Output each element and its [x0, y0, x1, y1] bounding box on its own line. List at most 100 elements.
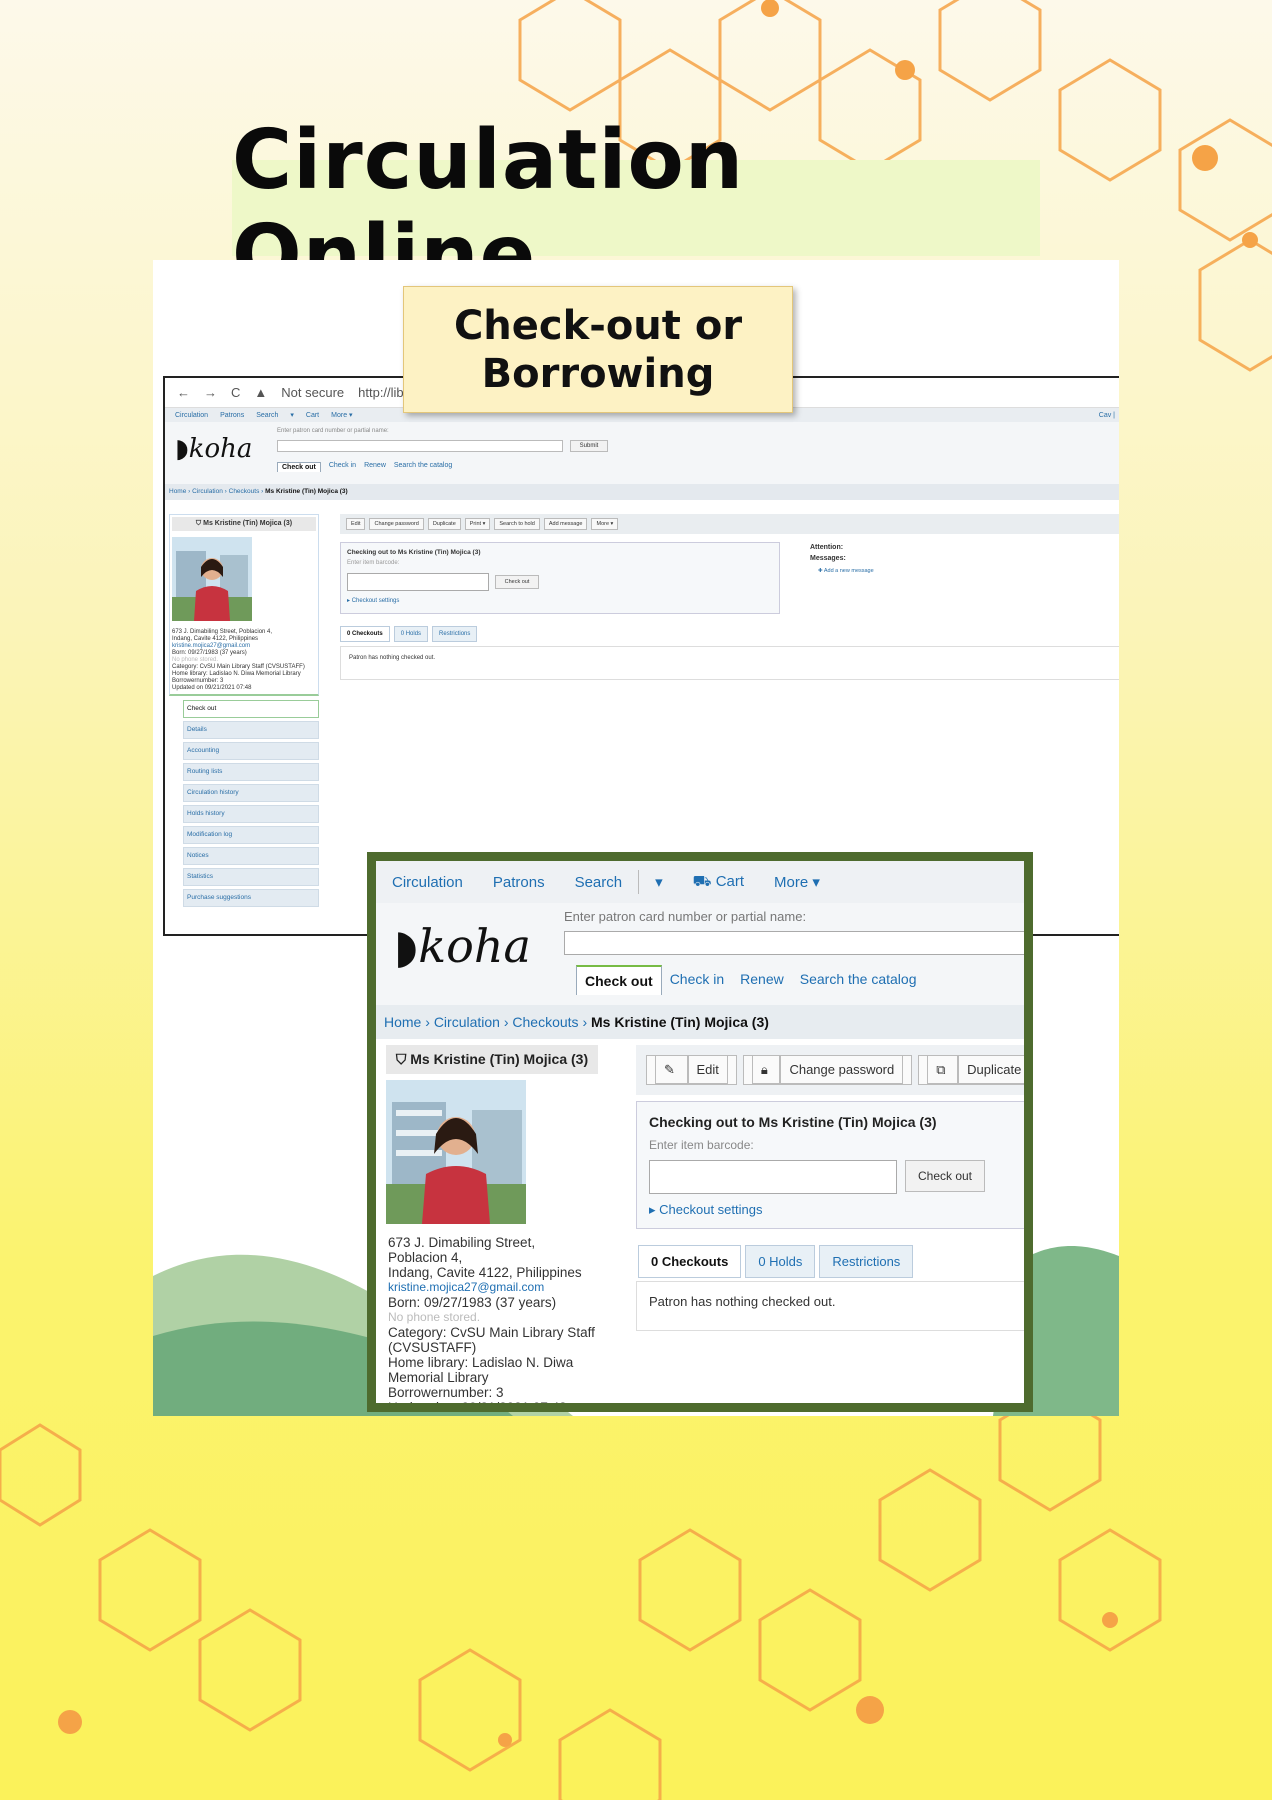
forward-icon[interactable]: → [204, 385, 217, 400]
zoom-patron-born: Born: 09/27/1983 (37 years) [388, 1295, 557, 1310]
barcode-input[interactable] [347, 573, 489, 591]
zoom-checkout-settings-link[interactable]: ▸ Checkout settings [649, 1202, 762, 1218]
zoom-tab-renew[interactable]: Renew [732, 965, 792, 995]
lock-icon: 🔒︎ [751, 1055, 781, 1084]
checkout-settings-link[interactable]: ▸ Checkout settings [347, 597, 399, 604]
edit-button[interactable]: Edit [346, 518, 366, 530]
breadcrumb-checkouts[interactable]: Checkouts [229, 488, 260, 495]
patron-photo[interactable] [172, 537, 252, 621]
zoom-tab-holds[interactable]: 0 Holds [745, 1245, 816, 1278]
zoom-koha-logo[interactable]: ◗koha [394, 919, 531, 973]
nav-holds-history[interactable]: Holds history [183, 805, 319, 823]
zoom-tab-content: Patron has nothing checked out. [636, 1281, 1024, 1331]
tab-checkouts[interactable]: 0 Checkouts [340, 626, 390, 642]
messages-label: Messages: [810, 555, 846, 562]
nav-purchase-suggestions[interactable]: Purchase suggestions [183, 889, 319, 907]
patron-toolbar: Edit Change password Duplicate Print ▾ S… [340, 514, 1119, 534]
search-to-hold-button[interactable]: Search to hold [494, 518, 540, 530]
zoom-tab-check-in[interactable]: Check in [662, 965, 732, 995]
zoom-menu-cart[interactable]: ⛟ Cart [693, 873, 744, 892]
add-message-link[interactable]: ✚ Add a new message [810, 568, 874, 574]
check-out-button[interactable]: Check out [495, 575, 539, 589]
koha-logo[interactable]: ◗koha [175, 434, 252, 464]
nav-check-out[interactable]: Check out [183, 700, 319, 718]
zoom-tab-restrictions[interactable]: Restrictions [819, 1245, 914, 1278]
zoom-edit-button[interactable]: ✎ Edit [646, 1055, 737, 1085]
nav-notices[interactable]: Notices [183, 847, 319, 865]
patron-search-input[interactable] [277, 440, 563, 452]
security-label[interactable]: Not secure [281, 385, 344, 400]
zoom-patron-home-library: Home library: Ladislao N. Diwa Memorial … [388, 1355, 574, 1385]
nav-circulation-history[interactable]: Circulation history [183, 784, 319, 802]
patron-updated: Updated on 09/21/2021 07:48 [172, 685, 252, 691]
checkout-main: Edit Change password Duplicate Print ▾ S… [340, 514, 1119, 680]
zoom-tab-search-catalog[interactable]: Search the catalog [792, 965, 925, 995]
patron-borrowernumber: Borrowernumber: 3 [172, 678, 224, 684]
leaf-icon: ◗ [394, 919, 419, 973]
zoom-patron-category: Category: CvSU Main Library Staff (CVSUS… [388, 1325, 595, 1355]
nav-routing-lists[interactable]: Routing lists [183, 763, 319, 781]
zoom-tab-checkouts[interactable]: 0 Checkouts [638, 1245, 742, 1278]
zoom-duplicate-button[interactable]: ⧉ Duplicate [918, 1055, 1024, 1085]
zoom-tab-check-out[interactable]: Check out [576, 965, 662, 995]
cart-icon: ⛟ [692, 872, 716, 890]
zoom-breadcrumb-home[interactable]: Home [384, 1014, 421, 1030]
zoom-barcode-input[interactable] [649, 1160, 897, 1194]
zoom-check-out-button[interactable]: Check out [905, 1160, 985, 1192]
zoom-patron-toolbar: ✎ Edit 🔒︎ Change password ⧉ Duplicate ⎙ … [636, 1045, 1024, 1095]
attention-panel: Attention: Messages: ✚ Add a new message [810, 544, 874, 574]
zoom-patron-photo[interactable] [386, 1080, 526, 1224]
menu-cart[interactable]: Cart [306, 412, 319, 419]
nav-statistics[interactable]: Statistics [183, 868, 319, 886]
nav-details[interactable]: Details [183, 721, 319, 739]
zoom-checkout-box: Checking out to Ms Kristine (Tin) Mojica… [636, 1101, 1024, 1229]
patron-search-hint: Enter patron card number or partial name… [277, 428, 389, 434]
menu-circulation[interactable]: Circulation [175, 412, 208, 419]
copy-icon: ⧉ [927, 1055, 959, 1084]
checkout-box: Checking out to Ms Kristine (Tin) Mojica… [340, 542, 780, 614]
menu-right[interactable]: Cav | [1099, 412, 1119, 419]
zoom-patron-search-input[interactable] [564, 931, 1024, 955]
patron-name: ⛉ Ms Kristine (Tin) Mojica (3) [172, 517, 316, 531]
tab-check-in[interactable]: Check in [329, 462, 356, 472]
zoom-menu-patrons[interactable]: Patrons [493, 874, 545, 891]
patron-info: 673 J. Dimabiling Street, Poblacion 4, I… [172, 629, 316, 692]
zoom-change-password-button[interactable]: 🔒︎ Change password [742, 1055, 913, 1085]
menu-search-dropdown[interactable]: ▾ [290, 411, 294, 419]
zoom-breadcrumb-circulation[interactable]: Circulation [434, 1014, 500, 1030]
breadcrumb-circulation[interactable]: Circulation [192, 488, 223, 495]
zoom-menu-more[interactable]: More ▾ [774, 873, 820, 891]
tab-restrictions[interactable]: Restrictions [432, 626, 478, 642]
menu-search[interactable]: Search [256, 412, 278, 419]
zoom-breadcrumb-checkouts[interactable]: Checkouts [512, 1014, 578, 1030]
zoom-menu-circulation[interactable]: Circulation [392, 874, 463, 891]
zoom-breadcrumb: Home › Circulation › Checkouts › Ms Kris… [376, 1005, 1024, 1039]
back-icon[interactable]: ← [177, 385, 190, 400]
patron-email[interactable]: kristine.mojica27@gmail.com [172, 643, 316, 650]
change-password-button[interactable]: Change password [369, 518, 424, 530]
nav-accounting[interactable]: Accounting [183, 742, 319, 760]
breadcrumb-current: Ms Kristine (Tin) Mojica (3) [265, 488, 348, 495]
tab-search-catalog[interactable]: Search the catalog [394, 462, 452, 472]
tab-holds[interactable]: 0 Holds [393, 626, 429, 642]
tab-renew[interactable]: Renew [364, 462, 386, 472]
print-button[interactable]: Print ▾ [464, 518, 491, 530]
menu-more[interactable]: More ▾ [331, 411, 352, 419]
duplicate-button[interactable]: Duplicate [427, 518, 461, 530]
warning-icon: ▲ [254, 385, 268, 400]
menu-patrons[interactable]: Patrons [220, 412, 244, 419]
tab-check-out[interactable]: Check out [277, 462, 321, 472]
tab-content: Patron has nothing checked out. [340, 646, 1119, 680]
reload-icon[interactable]: C [231, 385, 240, 400]
zoomed-inset: Circulation Patrons Search ▾ ⛟ Cart More… [367, 852, 1033, 1412]
breadcrumb-home[interactable]: Home [169, 488, 186, 495]
zoom-menu-search[interactable]: Search [575, 874, 623, 891]
zoom-menu-search-dropdown[interactable]: ▾ [655, 873, 663, 891]
add-message-button[interactable]: Add message [543, 518, 588, 530]
caret-right-icon: ▸ [649, 1202, 660, 1217]
more-button[interactable]: More ▾ [591, 518, 619, 530]
zoom-patron-email[interactable]: kristine.mojica27@gmail.com [388, 1280, 598, 1295]
submit-button[interactable]: Submit [570, 440, 608, 452]
barcode-hint: Enter item barcode: [347, 560, 400, 566]
nav-modification-log[interactable]: Modification log [183, 826, 319, 844]
